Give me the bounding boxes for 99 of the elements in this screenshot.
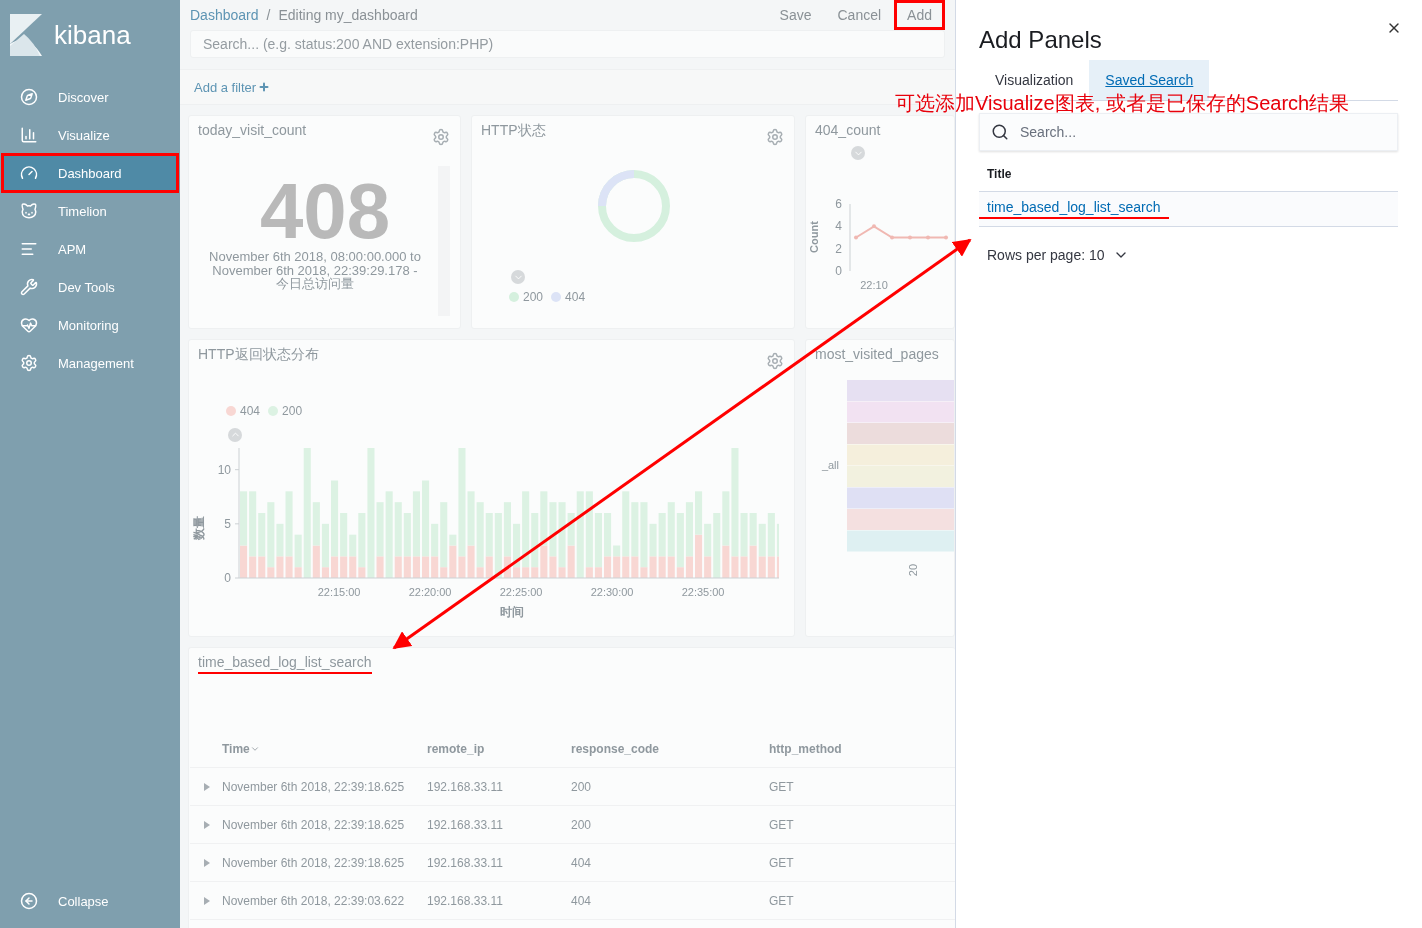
legend-label: 404 [565,290,586,304]
table-cell-text: GET [769,855,795,870]
breadcrumb-separator: / [266,7,271,23]
legend-toggle[interactable] [851,146,865,160]
legend-toggle[interactable] [511,270,525,284]
x-tick-label: 22:25:00 [499,585,543,598]
column-header[interactable]: response_code [571,741,660,756]
nav-item[interactable]: APM [2,230,178,268]
nav-icon [20,316,38,334]
table-cell-text: GET [769,779,795,794]
table-cell-text: 200 [571,779,593,794]
x-tick-label: 22:15:00 [317,585,361,598]
table-cell-text: 404 [571,893,593,908]
y-tick-label: 0 [835,264,842,278]
x-tick-label: 20 [907,563,919,577]
collapse-button[interactable]: Collapse [2,882,178,920]
legend-label: 404 [240,404,261,418]
table-cell-text: November 6th 2018, 22:39:18.625 [222,817,406,832]
table-cell-text: November 6th 2018, 22:39:18.625 [222,779,406,794]
search-icon [991,123,1009,141]
nav-icon [20,202,38,220]
y-axis-title: Count [808,221,820,253]
nav-item[interactable]: Timelion [2,192,178,230]
y-tick-label: 0 [224,570,231,585]
expand-icon[interactable] [204,858,210,867]
x-tick-label: 22:10 [860,279,888,291]
y-axis-title: 数量 [192,515,206,540]
nav-item[interactable]: Dashboard [2,154,178,192]
expand-icon[interactable] [204,896,210,905]
query-field[interactable]: Search... (e.g. status:200 AND extension:PHP) [190,30,945,58]
plus-icon [258,81,271,93]
table-cell-text: 404 [571,855,593,870]
settings-icon[interactable] [766,352,784,370]
column-header[interactable]: Time [222,741,250,756]
toolbar-button[interactable]: Save [766,0,825,30]
x-tick-label: 22:20:00 [408,585,452,598]
nav-item[interactable]: Management [2,344,178,382]
nav-icon [20,278,38,296]
nav-item[interactable]: Dev Tools [2,268,178,306]
settings-icon[interactable] [432,128,450,146]
expand-icon[interactable] [204,820,210,829]
y-tick-label: 2 [835,241,842,256]
saved-search-link[interactable]: time_based_log_list_search [979,199,1169,219]
metric-value: 408 [259,172,391,250]
toolbar-button[interactable]: Add [894,0,945,30]
add-filter-link[interactable]: Add a filter [194,79,271,95]
flyout-title: Add Panels [979,26,1103,54]
collapse-icon [20,892,38,910]
y-tick-label: _all [821,459,839,471]
data-point [872,224,876,229]
panel-title: HTTP状态 [481,122,546,140]
nav-icon [20,354,38,372]
x-tick-label: 22:30:00 [590,585,634,598]
nav-item[interactable]: Monitoring [2,306,178,344]
panel-title: HTTP返回状态分布 [198,346,319,364]
column-header[interactable]: remote_ip [427,741,485,756]
y-tick-label: 5 [224,516,231,531]
table-cell-text: GET [769,817,795,832]
y-tick-label: 6 [835,197,842,211]
nav-icon [20,164,38,182]
panel-title: most_visited_pages [815,346,939,362]
data-point [854,235,858,240]
table-cell-text: GET [769,893,795,908]
table-row[interactable]: time_based_log_list_search [979,192,1398,227]
nav-icon [20,126,38,144]
rows-per-page-button[interactable]: Rows per page: 10 [979,243,1137,267]
legend-label: 200 [282,404,303,418]
logo-text: kibana [54,19,131,51]
x-tick-label: 22:35:00 [681,585,725,598]
table-cell-text: 192.168.33.11 [427,779,504,794]
nav-icon [20,240,38,258]
data-point [890,235,894,240]
table-cell-text: November 6th 2018, 22:39:03.622 [222,893,406,908]
column-header[interactable]: http_method [769,741,842,756]
logo-icon [10,14,42,56]
data-point [944,235,948,240]
settings-icon[interactable] [766,128,784,146]
panel-title: today_visit_count [198,122,307,138]
toolbar-button[interactable]: Cancel [824,0,895,30]
panel-title: time_based_log_list_search [198,654,372,674]
x-axis-title: 时间 [500,604,524,619]
table-cell-text: November 6th 2018, 22:39:18.625 [222,855,406,870]
table-cell-text: 192.168.33.11 [427,893,504,908]
y-tick-label: 10 [217,462,231,477]
expand-icon[interactable] [204,782,210,791]
search-field[interactable]: Search... [979,113,1398,151]
breadcrumb[interactable]: Dashboard [190,7,259,23]
y-tick-label: 4 [835,219,842,234]
panel-title: 404_count [815,122,881,138]
table-cell-text: 200 [571,817,593,832]
legend-label: 200 [523,290,544,304]
table-cell-text: 192.168.33.11 [427,817,504,832]
nav-item[interactable]: Visualize [2,116,178,154]
legend-toggle[interactable] [228,428,242,442]
nav-icon [20,88,38,106]
metric-caption: November 6th 2018, 08:00:00.000 to November 6th 2018, 22:39:29.178 - 今日总访问量 [208,250,422,291]
breadcrumb: Editing my_dashboard [278,7,418,23]
nav-item[interactable]: Discover [2,78,178,116]
table-cell-text: 192.168.33.11 [427,855,504,870]
